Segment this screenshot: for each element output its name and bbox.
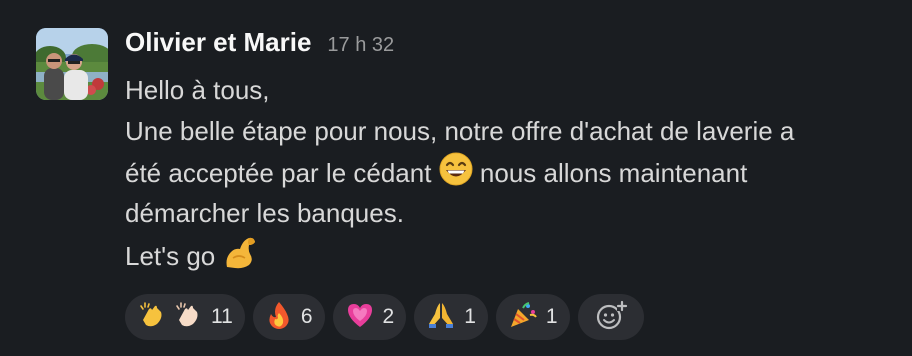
reaction-count: 6 [300,305,313,328]
growing-heart-icon [345,301,375,334]
party-popper-icon [508,300,538,335]
reaction-count: 1 [545,305,558,328]
folded-hands-icon [426,300,456,335]
message-line: été acceptée par le cédant nous allons m… [125,152,905,193]
clapping-hands-light-skin-icon [173,300,203,335]
clapping-hands-icon [137,300,167,335]
message-line: Une belle étape pour nous, notre offre d… [125,116,795,146]
message-line: Hello à tous, [125,75,270,105]
add-reaction-button[interactable] [577,294,644,340]
reaction-party-popper[interactable]: 1 [495,294,570,340]
message-line-text: Let's go [125,240,216,271]
fire-icon [265,300,293,335]
message-item: Olivier et Marie 17 h 32 Hello à tous, U… [0,0,912,356]
message-line: démarcher les banques. [125,198,404,228]
reaction-clapping-hands[interactable]: 11 [125,294,245,340]
message-timestamp[interactable]: 17 h 32 [327,34,394,57]
reaction-count: 2 [382,305,395,328]
author-name[interactable]: Olivier et Marie [125,27,311,58]
reactions-bar: 11 6 2 1 1 [125,294,644,340]
message-body: Hello à tous, Une belle étape pour nous,… [125,70,905,275]
reaction-fire[interactable]: 6 [252,294,325,340]
reaction-folded-hands[interactable]: 1 [414,294,488,340]
reaction-growing-heart[interactable]: 2 [332,294,407,340]
message-line: Let's go [125,234,905,275]
reaction-count: 1 [464,305,476,328]
reaction-count: 11 [211,305,233,328]
add-emoji-icon [594,298,628,337]
message-line-text: été acceptée par le cédant [125,157,432,188]
grinning-face-emoji-icon [439,152,473,198]
message-line-text: nous allons maintenant [472,157,748,188]
message-header: Olivier et Marie 17 h 32 [125,27,394,63]
flexed-biceps-emoji-icon [223,234,261,282]
avatar[interactable] [36,28,108,100]
